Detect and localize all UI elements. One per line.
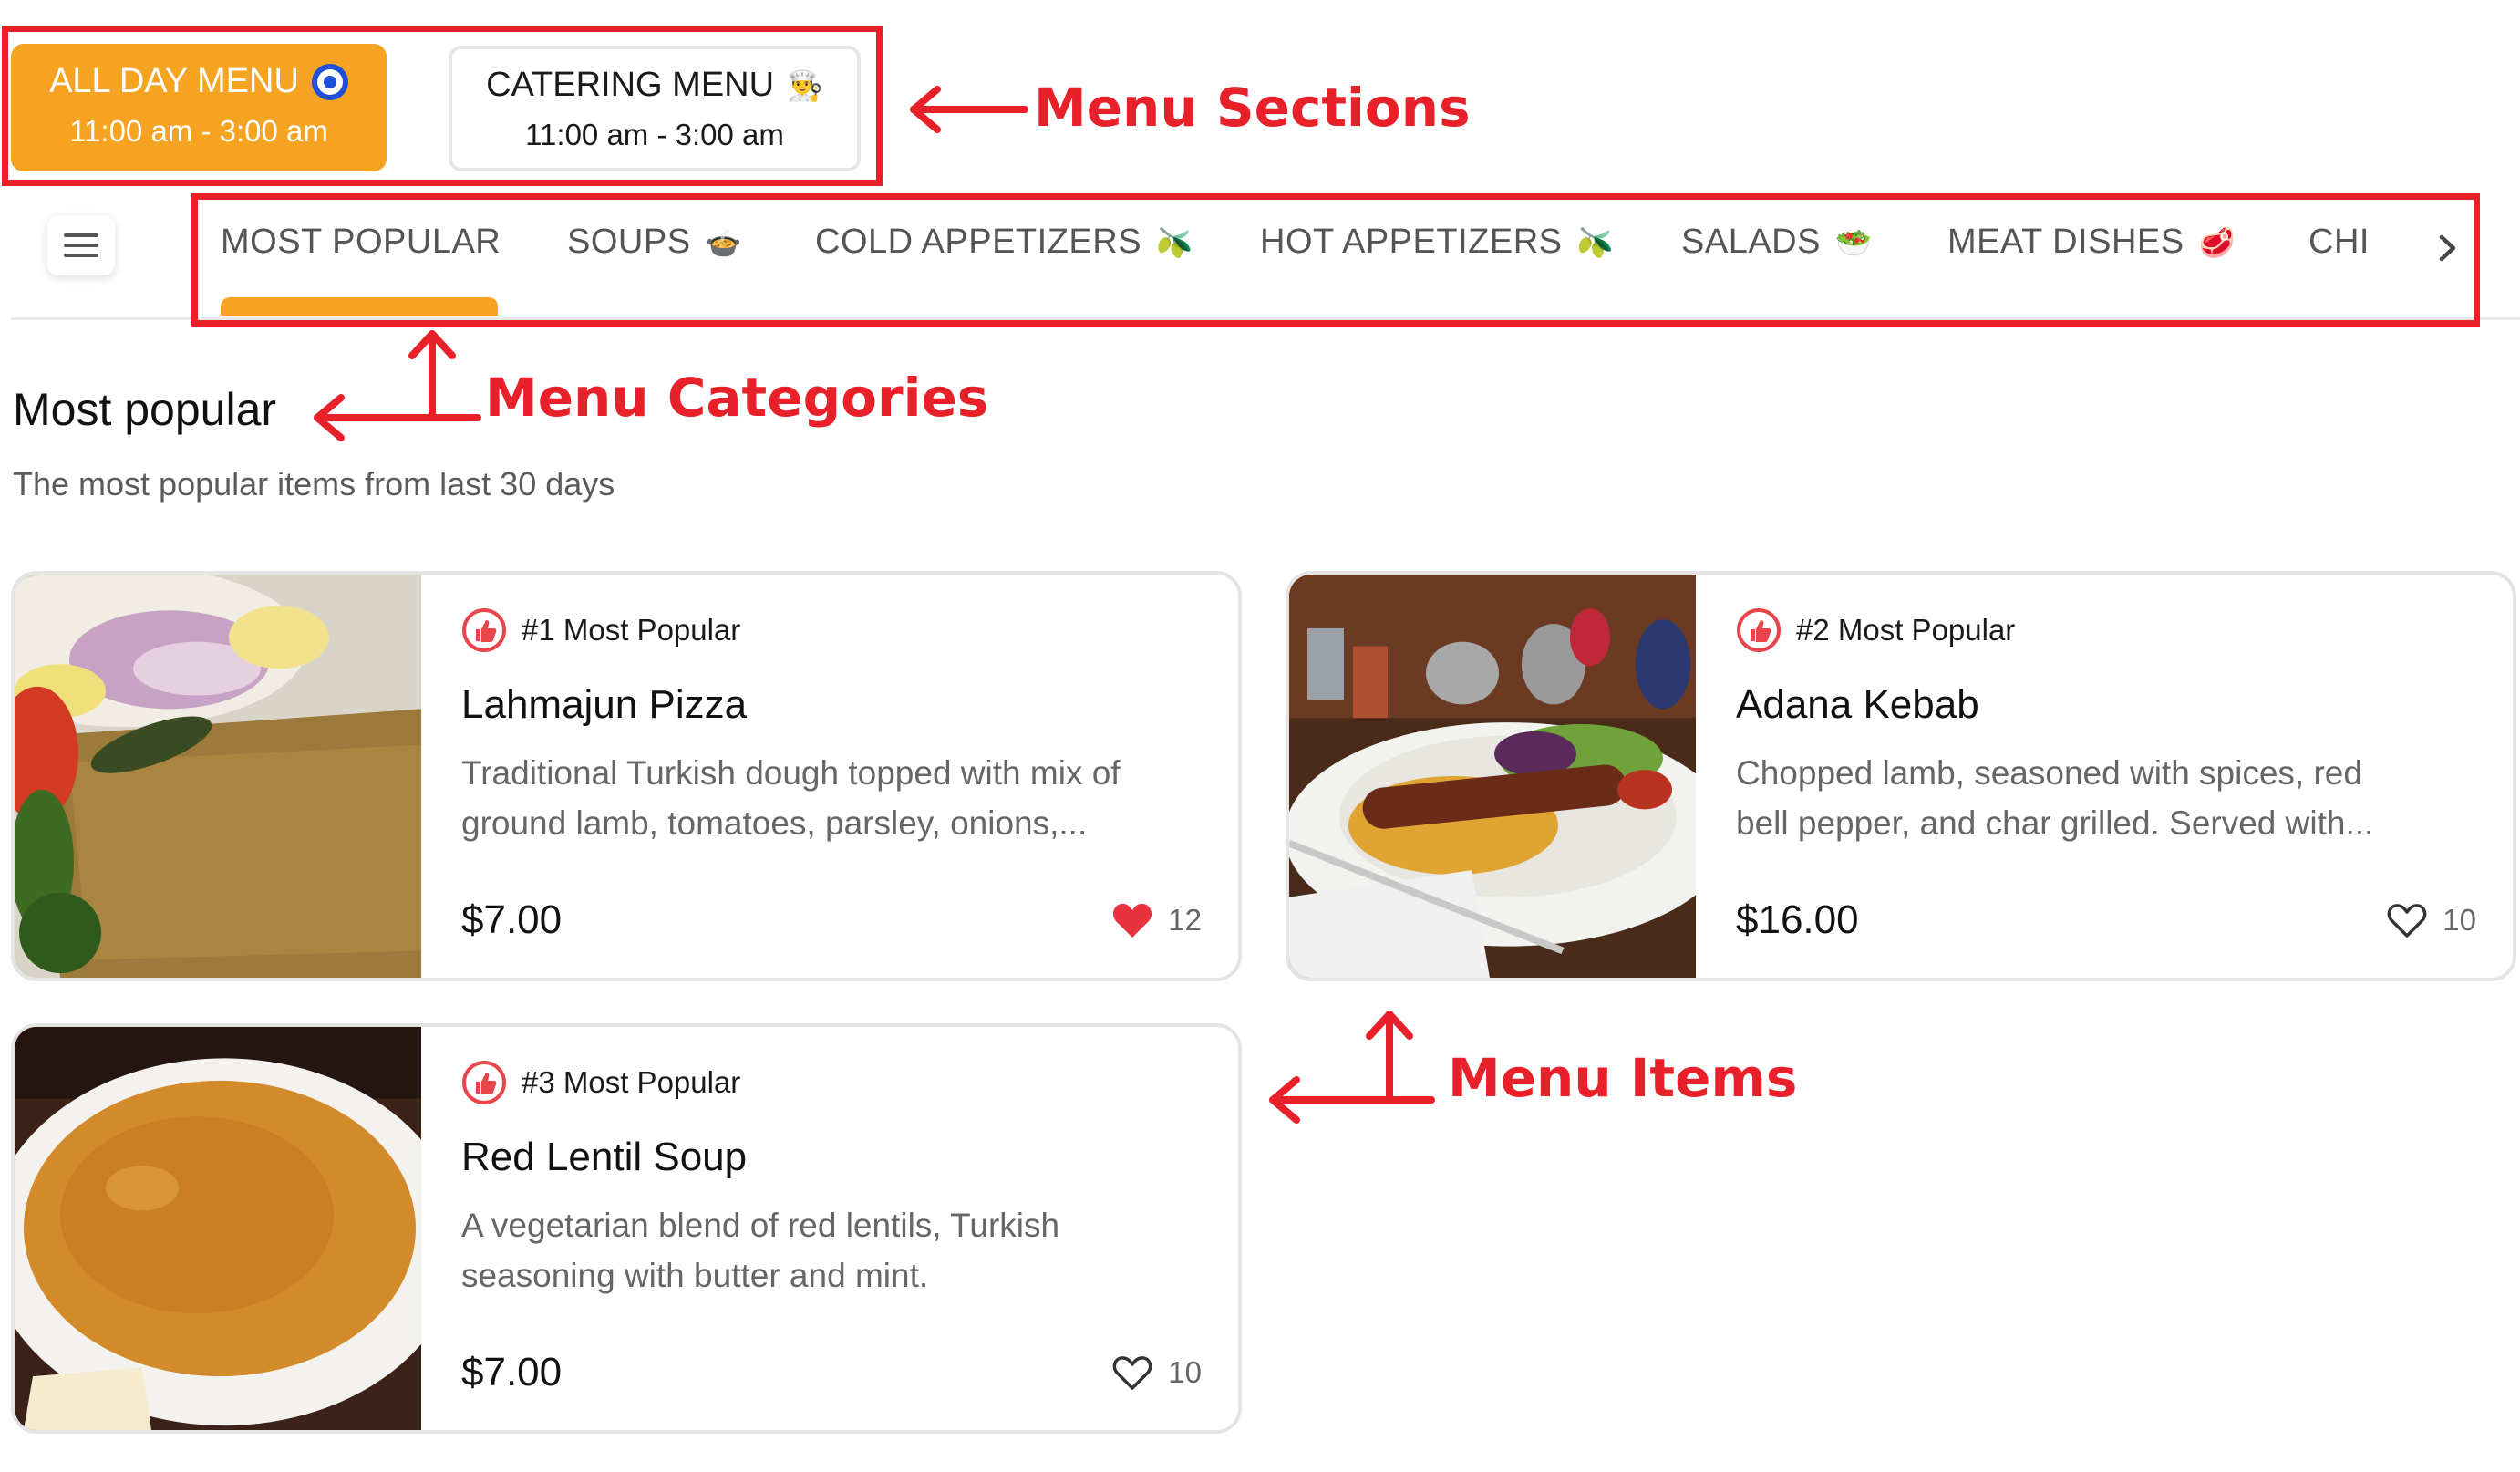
item-price: $7.00 — [461, 897, 563, 942]
heart-outline-icon — [1112, 1356, 1152, 1390]
like-button[interactable]: 12 — [1111, 901, 1202, 939]
thumbs-up-icon — [1737, 608, 1781, 652]
like-count: 10 — [2443, 903, 2476, 937]
hamburger-menu-icon[interactable] — [47, 215, 115, 275]
like-count: 12 — [1168, 903, 1202, 937]
popularity-badge: #3 Most Popular — [461, 1060, 740, 1105]
item-price: $7.00 — [461, 1350, 563, 1394]
item-description: A vegetarian blend of red lentils, Turki… — [461, 1207, 1060, 1294]
annotation-box-categories — [191, 193, 2480, 327]
heart-filled-icon — [1113, 903, 1152, 938]
like-count: 10 — [1168, 1355, 1202, 1389]
menu-item-card[interactable]: #1 Most Popular Lahmajun Pizza Tradition… — [11, 571, 1242, 981]
item-price: $16.00 — [1736, 897, 1859, 942]
page-subtitle: The most popular items from last 30 days — [13, 465, 615, 503]
like-button[interactable]: 10 — [2386, 901, 2476, 939]
adana-kebab-photo — [1289, 575, 1696, 978]
annotation-label-items: Menu Items — [1448, 1047, 1798, 1109]
menu-item-card[interactable]: #2 Most Popular Adana Kebab Chopped lamb… — [1286, 571, 2516, 981]
lentil-soup-photo — [15, 1027, 421, 1430]
item-description: Chopped lamb, seasoned with spices, red b… — [1736, 754, 2374, 842]
item-name: Adana Kebab — [1736, 682, 1979, 727]
like-button[interactable]: 10 — [1111, 1353, 1202, 1392]
item-name: Lahmajun Pizza — [461, 682, 748, 727]
thumbs-up-icon — [462, 1061, 506, 1104]
lahmajun-photo — [15, 575, 421, 978]
page-title: Most popular — [13, 384, 277, 435]
item-name: Red Lentil Soup — [461, 1135, 748, 1179]
annotation-label-sections: Menu Sections — [1034, 77, 1471, 139]
annotation-label-categories: Menu Categories — [485, 367, 989, 429]
thumbs-up-icon — [462, 608, 506, 652]
annotation-box-sections — [2, 26, 883, 186]
heart-outline-icon — [2387, 904, 2427, 938]
menu-item-card[interactable]: #3 Most Popular Red Lentil Soup A vegeta… — [11, 1023, 1242, 1434]
popularity-badge: #1 Most Popular — [461, 607, 740, 653]
item-description: Traditional Turkish dough topped with mi… — [461, 754, 1121, 842]
popularity-badge: #2 Most Popular — [1736, 607, 2015, 653]
